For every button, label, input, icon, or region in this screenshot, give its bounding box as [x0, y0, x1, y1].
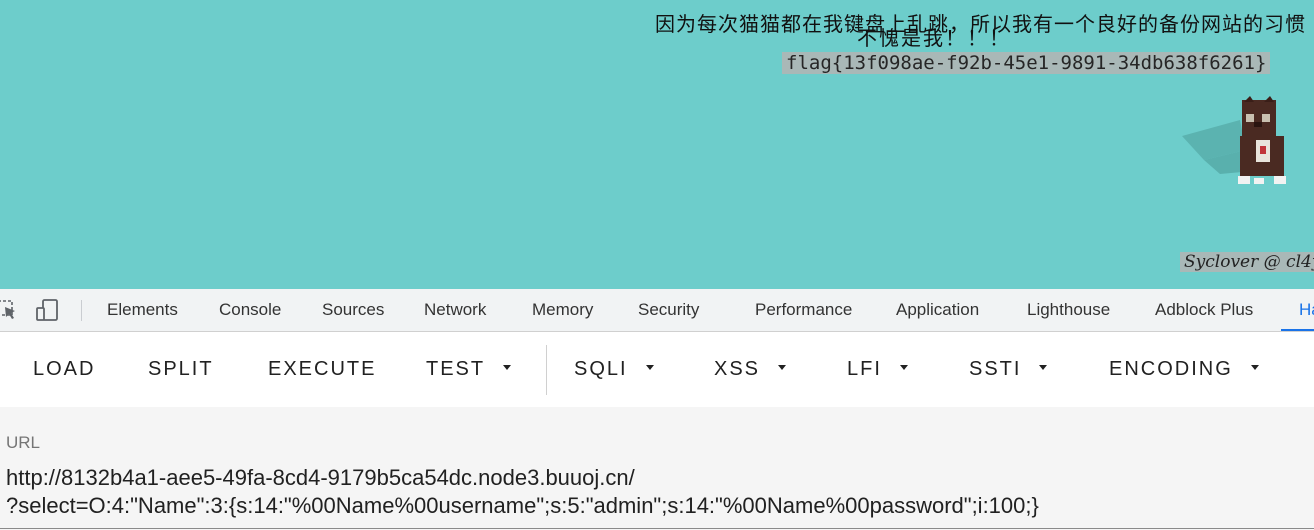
execute-button[interactable]: EXECUTE: [268, 358, 376, 381]
tab-memory[interactable]: Memory: [532, 289, 593, 331]
tab-bar-separator: [81, 300, 82, 321]
page-note-line2: 不愧是我！！！: [857, 26, 1011, 50]
url-input[interactable]: http://8132b4a1-aee5-49fa-8cd4-9179b5ca5…: [6, 464, 1296, 520]
hackbar-toolbar: LOAD SPLIT EXECUTE TEST SQLI XSS LFI SST…: [0, 332, 1314, 407]
tab-lighthouse[interactable]: Lighthouse: [1027, 289, 1110, 331]
signature-text: Syclover @ cl4y: [1180, 252, 1314, 272]
device-toolbar-icon[interactable]: [35, 298, 63, 326]
url-input-underline: [0, 528, 1314, 529]
test-dropdown-label: TEST: [426, 358, 486, 380]
caret-down-icon: [645, 365, 654, 371]
xss-dropdown[interactable]: XSS: [714, 358, 787, 381]
load-button-label: LOAD: [33, 358, 96, 380]
lfi-dropdown[interactable]: LFI: [847, 358, 908, 381]
encoding-dropdown-label: ENCODING: [1109, 358, 1233, 380]
split-button-label: SPLIT: [148, 358, 214, 380]
tab-security[interactable]: Security: [638, 289, 699, 331]
devtools-tab-bar: Elements Console Sources Network Memory …: [0, 289, 1314, 332]
caret-down-icon: [899, 365, 908, 371]
url-field-container: URL http://8132b4a1-aee5-49fa-8cd4-9179b…: [0, 407, 1314, 530]
caret-down-icon: [1250, 365, 1259, 371]
flag-text: flag{13f098ae-f92b-45e1-9891-34db638f626…: [782, 52, 1271, 74]
tab-adblock-plus[interactable]: Adblock Plus: [1155, 289, 1253, 331]
toolbar-separator: [546, 345, 547, 395]
lfi-dropdown-label: LFI: [847, 358, 882, 380]
encoding-dropdown[interactable]: ENCODING: [1109, 358, 1259, 381]
tab-network[interactable]: Network: [424, 289, 486, 331]
ssti-dropdown-label: SSTI: [969, 358, 1022, 380]
execute-button-label: EXECUTE: [268, 358, 377, 380]
inspect-element-icon[interactable]: [0, 298, 18, 326]
tab-elements[interactable]: Elements: [107, 289, 178, 331]
webpage-viewport: 因为每次猫猫都在我键盘上乱跳，所以我有一个良好的备份网站的习惯 不愧是我！！！ …: [0, 0, 1314, 289]
caret-down-icon: [1039, 365, 1048, 371]
url-label: URL: [6, 433, 41, 452]
tab-console[interactable]: Console: [219, 289, 281, 331]
cat-image: [1182, 96, 1286, 184]
tab-performance[interactable]: Performance: [755, 289, 852, 331]
xss-dropdown-label: XSS: [714, 358, 761, 380]
sqli-dropdown-label: SQLI: [574, 358, 628, 380]
tab-application[interactable]: Application: [896, 289, 979, 331]
tab-hackbar[interactable]: Ha: [1281, 289, 1314, 331]
load-button[interactable]: LOAD: [33, 358, 95, 381]
split-button[interactable]: SPLIT: [148, 358, 214, 381]
sqli-dropdown[interactable]: SQLI: [574, 358, 654, 381]
ssti-dropdown[interactable]: SSTI: [969, 358, 1048, 381]
caret-down-icon: [503, 365, 512, 371]
tab-sources[interactable]: Sources: [322, 289, 384, 331]
caret-down-icon: [778, 365, 787, 371]
test-dropdown[interactable]: TEST: [426, 358, 512, 381]
